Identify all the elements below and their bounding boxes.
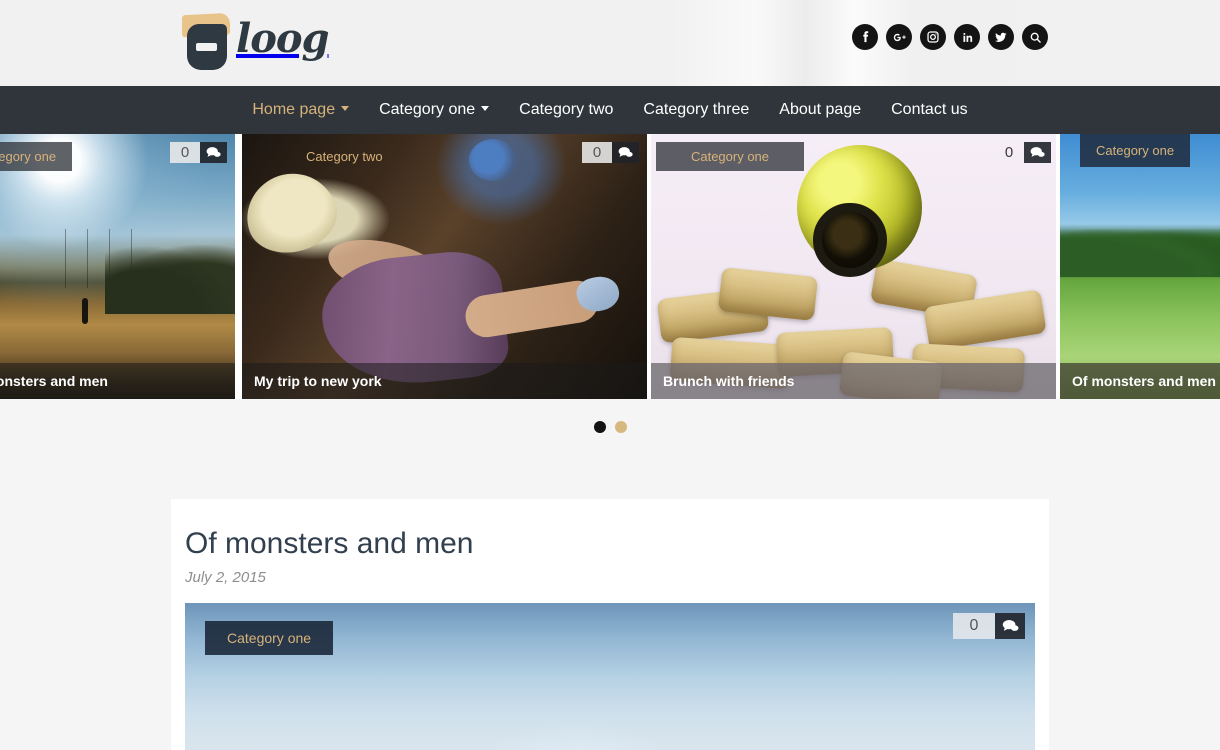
logo-b-mark-icon <box>182 12 234 70</box>
nav-item-category-one[interactable]: Category one <box>364 86 504 134</box>
slide-photo-field <box>1060 134 1220 399</box>
comment-bubble-icon <box>995 612 1025 639</box>
slide-item[interactable]: Category two 0 My trip to new york <box>242 134 647 399</box>
pager-dot-2[interactable] <box>614 421 627 433</box>
page-title: Of monsters and men <box>185 527 474 560</box>
slide-photo-roots <box>242 134 647 399</box>
nav-item-home-page[interactable]: Home page <box>237 86 364 134</box>
featured-slider: Category one 0 Of monsters and men Categ… <box>0 134 1220 399</box>
chevron-down-icon <box>481 106 490 112</box>
nav-label: Home page <box>252 101 336 118</box>
slide-item[interactable]: Category one Of monsters and men <box>1060 134 1220 399</box>
header-inner: loog <box>0 0 1220 86</box>
slide-title: Of monsters and men <box>0 363 235 399</box>
slide-item[interactable]: Category one 0 Of monsters and men <box>0 134 235 399</box>
nav-label: Category three <box>643 101 750 118</box>
nav-label: Category two <box>519 101 614 118</box>
photo-bottle-neck-shape <box>813 202 887 277</box>
site-logo[interactable]: loog <box>182 10 330 72</box>
slide-item[interactable]: Category one 0 Brunch with friends <box>651 134 1056 399</box>
logo-wordmark: loog <box>236 15 330 62</box>
slide-comment-badge[interactable]: 0 <box>994 142 1051 163</box>
slide-photo-corks <box>651 134 1056 399</box>
comment-bubble-icon <box>200 142 227 163</box>
main-content: Of monsters and men July 2, 2015 Categor… <box>0 455 1220 750</box>
photo-flower-shape <box>468 139 517 182</box>
nav-item-contact-us[interactable]: Contact us <box>876 86 982 134</box>
slider-pagination <box>0 399 1220 455</box>
slide-category-badge[interactable]: Category two <box>290 142 399 171</box>
nav-item-category-two[interactable]: Category two <box>504 86 628 134</box>
nav-label: Contact us <box>891 101 968 118</box>
google-plus-icon[interactable] <box>886 24 912 50</box>
comment-count: 0 <box>953 612 995 639</box>
linkedin-icon[interactable] <box>954 24 980 50</box>
slide-title: My trip to new york <box>242 363 647 399</box>
photo-hat-shape <box>242 161 346 264</box>
slide-category-badge[interactable]: Category one <box>0 142 73 171</box>
slide-title: Brunch with friends <box>651 363 1056 399</box>
slide-comment-badge[interactable]: 0 <box>170 142 227 163</box>
nav-list: Home page Category one Category two Cate… <box>237 86 982 134</box>
social-links <box>852 24 1048 50</box>
site-header: loog <box>0 0 1220 86</box>
main-navigation: Home page Category one Category two Cate… <box>0 86 1220 134</box>
logo-b-bar-shape <box>196 43 217 51</box>
slide-category-badge[interactable]: Category one <box>1080 134 1191 167</box>
post-category-badge[interactable]: Category one <box>205 620 334 655</box>
nav-label: Category one <box>379 101 476 118</box>
photo-figure-shape <box>82 298 89 325</box>
pager-dot-1[interactable] <box>593 421 606 433</box>
post-date: July 2, 2015 <box>185 568 266 586</box>
photo-trees-shape <box>104 245 235 315</box>
photo-glow-shape <box>446 715 706 750</box>
slide-photo-road <box>0 134 235 399</box>
slide-category-badge[interactable]: Category one <box>656 142 804 171</box>
post-card: Of monsters and men July 2, 2015 Categor… <box>171 499 1049 750</box>
comment-bubble-icon <box>612 142 639 163</box>
comment-count: 0 <box>170 142 200 163</box>
nav-item-about-page[interactable]: About page <box>764 86 876 134</box>
photo-treeline-shape <box>1060 229 1220 278</box>
instagram-icon[interactable] <box>920 24 946 50</box>
post-comment-badge[interactable]: 0 <box>953 612 1025 639</box>
post-thumbnail[interactable]: Category one 0 <box>185 602 1035 750</box>
slide-title: Of monsters and men <box>1060 363 1220 399</box>
slide-comment-badge[interactable]: 0 <box>582 142 639 163</box>
facebook-icon[interactable] <box>852 24 878 50</box>
nav-label: About page <box>779 101 862 118</box>
twitter-icon[interactable] <box>988 24 1014 50</box>
comment-bubble-icon <box>1024 142 1051 163</box>
comment-count: 0 <box>1004 144 1014 161</box>
nav-item-category-three[interactable]: Category three <box>628 86 764 134</box>
search-icon[interactable] <box>1022 24 1048 50</box>
comment-count: 0 <box>582 142 612 163</box>
chevron-down-icon <box>341 106 350 112</box>
